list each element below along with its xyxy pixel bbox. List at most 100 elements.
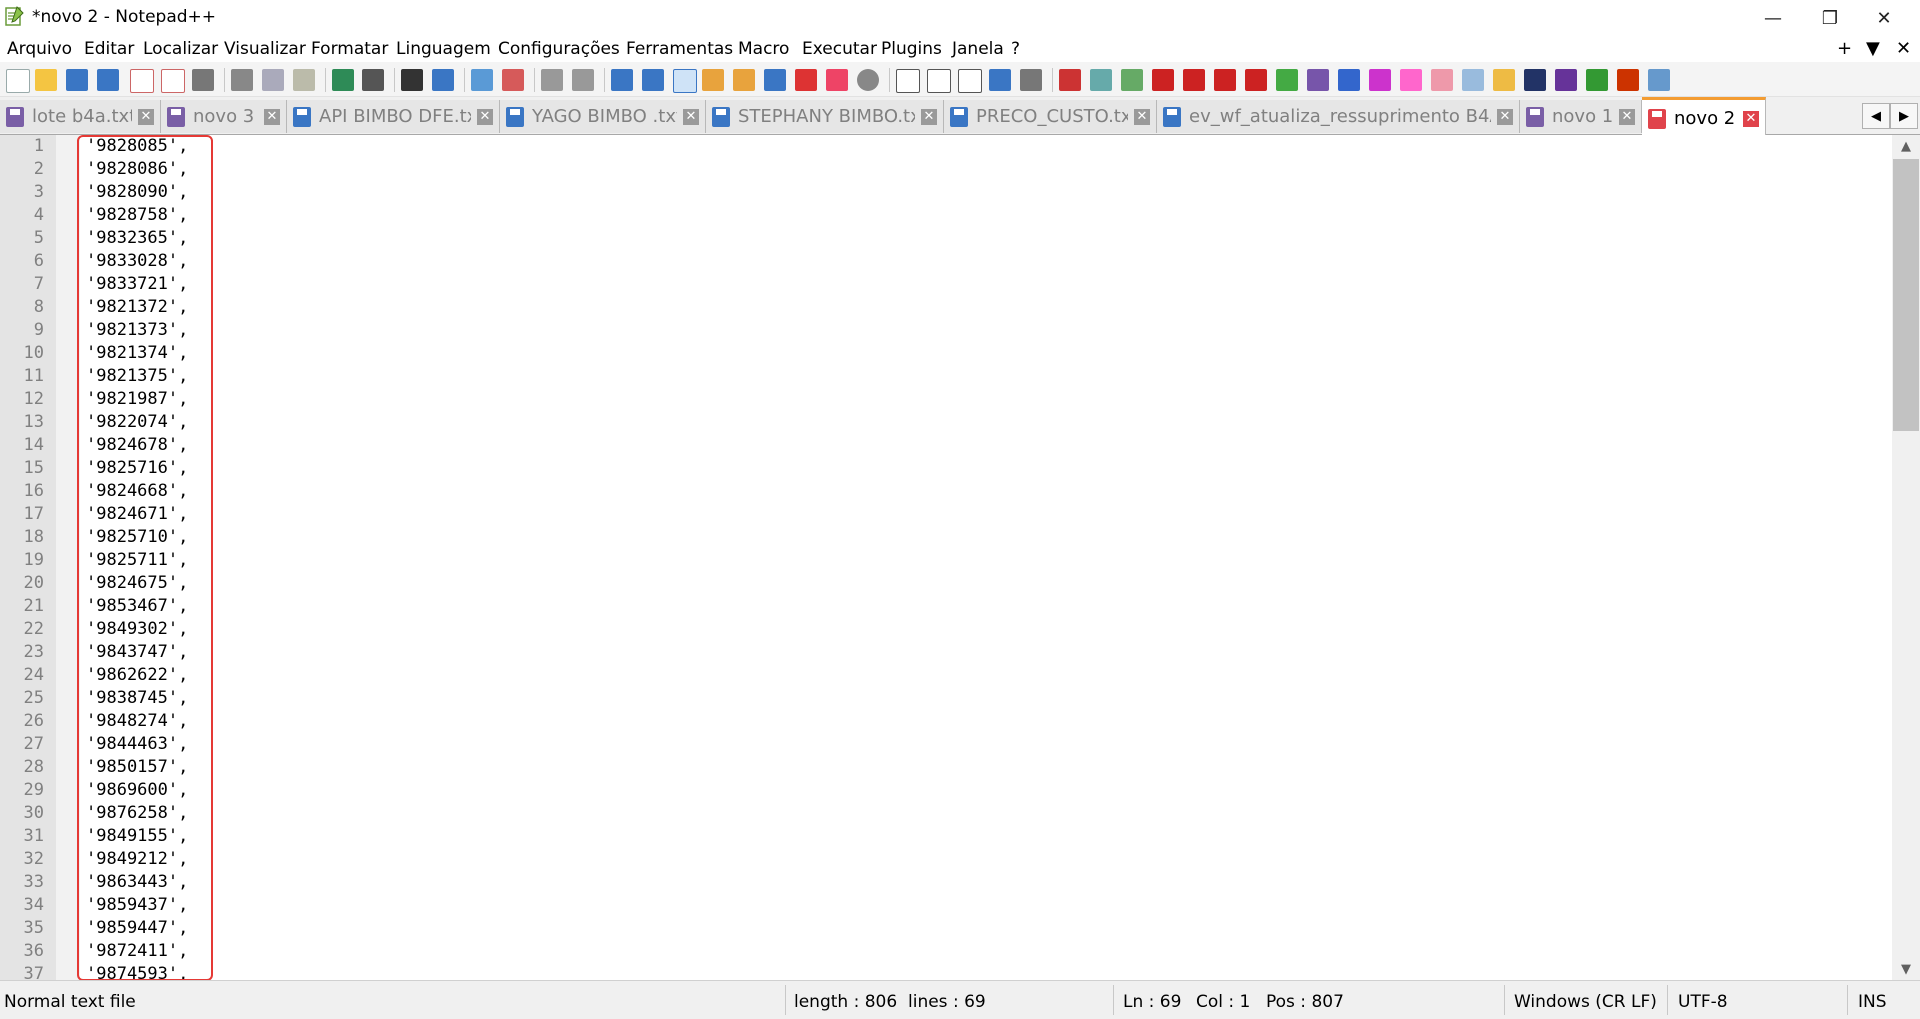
function-list-icon[interactable]	[764, 69, 786, 91]
user-lang-icon[interactable]	[702, 69, 724, 91]
plugin-6-icon[interactable]	[1369, 69, 1391, 91]
print-icon[interactable]	[192, 69, 214, 91]
menu-linguagem[interactable]: Linguagem	[396, 39, 491, 59]
play-multiple-icon[interactable]	[989, 69, 1011, 91]
menu-arquivo[interactable]: Arquivo	[7, 39, 72, 59]
plugin-4-icon[interactable]	[1307, 69, 1329, 91]
record-icon[interactable]	[896, 69, 920, 93]
menu-editar[interactable]: Editar	[84, 39, 134, 59]
cut-icon[interactable]	[231, 69, 253, 91]
plugin-12-icon[interactable]	[1586, 69, 1608, 91]
new-file-icon[interactable]	[6, 69, 30, 93]
save-icon[interactable]	[66, 69, 88, 91]
close-doc-icon[interactable]: ✕	[1896, 38, 1911, 59]
close-file-icon[interactable]	[130, 69, 154, 93]
save-icon	[167, 106, 185, 127]
find-icon[interactable]	[401, 69, 423, 91]
plugin-1-icon[interactable]	[1090, 69, 1112, 91]
plugin-13-icon[interactable]	[1617, 69, 1639, 91]
folder-workspace-icon[interactable]	[795, 69, 817, 91]
undo-icon[interactable]	[332, 69, 354, 91]
close-icon[interactable]: ✕	[264, 108, 280, 125]
add-icon[interactable]: +	[1837, 38, 1852, 59]
minimize-button[interactable]: —	[1745, 0, 1801, 36]
close-icon[interactable]: ✕	[683, 108, 699, 125]
tab-scroll-right-icon[interactable]: ▶	[1890, 103, 1918, 129]
replace-icon[interactable]	[432, 69, 454, 91]
plugin-2-icon[interactable]	[1121, 69, 1143, 91]
plugin-scissors-icon[interactable]	[1059, 69, 1081, 91]
menu-macro[interactable]: Macro	[738, 39, 789, 59]
close-icon[interactable]: ✕	[1497, 108, 1513, 125]
tab-stephany-bimbo[interactable]: STEPHANY BIMBO.txt ✕	[706, 100, 944, 133]
plugin-5-icon[interactable]	[1338, 69, 1360, 91]
doc-map-icon[interactable]	[733, 69, 755, 91]
play-icon[interactable]	[958, 69, 982, 93]
menu-executar[interactable]: Executar	[802, 39, 877, 59]
menu-ferramentas[interactable]: Ferramentas	[626, 39, 733, 59]
close-window-button[interactable]: ✕	[1856, 0, 1912, 36]
close-icon[interactable]: ✕	[477, 108, 493, 125]
menu-localizar[interactable]: Localizar	[143, 39, 218, 59]
plugin-14-icon[interactable]	[1648, 69, 1670, 91]
record-macro-icon[interactable]	[857, 69, 879, 91]
redo-icon[interactable]	[362, 69, 384, 91]
vertical-scrollbar[interactable]: ▲ ▼	[1892, 135, 1920, 980]
menu-plugins[interactable]: Plugins	[881, 39, 942, 59]
menu-formatar[interactable]: Formatar	[311, 39, 388, 59]
text-editor[interactable]: 1 2 3 4 5 6 7 8 9 10 11 12 13 14 15 16 1…	[0, 135, 1892, 980]
close-icon[interactable]: ✕	[1134, 108, 1150, 125]
close-icon[interactable]: ✕	[921, 108, 937, 125]
line-number: 27	[23, 734, 44, 754]
monitoring-icon[interactable]	[826, 69, 848, 91]
stop-icon[interactable]	[927, 69, 951, 93]
tab-ev-wf-atualiza[interactable]: ev_wf_atualiza_ressuprimento B4A.txt ✕	[1157, 100, 1520, 133]
save-all-icon[interactable]	[97, 69, 119, 91]
word-wrap-icon[interactable]	[611, 69, 633, 91]
restore-button[interactable]: ❐	[1802, 0, 1858, 36]
menu-configuracoes[interactable]: Configurações	[498, 39, 620, 59]
zoom-in-icon[interactable]	[471, 69, 493, 91]
scroll-down-icon[interactable]: ▼	[1892, 958, 1920, 980]
close-icon[interactable]: ✕	[138, 108, 154, 125]
open-file-icon[interactable]	[35, 69, 57, 91]
sync-horizontal-icon[interactable]	[572, 69, 594, 91]
plugin-3-icon[interactable]	[1276, 69, 1298, 91]
close-icon[interactable]: ✕	[1743, 110, 1759, 127]
save-icon	[1526, 106, 1544, 127]
indent-guide-icon[interactable]	[673, 69, 697, 93]
last-icon[interactable]	[1245, 69, 1267, 91]
menu-visualizar[interactable]: Visualizar	[224, 39, 306, 59]
tab-novo-3[interactable]: novo 3 ✕	[161, 100, 287, 133]
tab-yago-bimbo[interactable]: YAGO BIMBO .txt ✕	[500, 100, 706, 133]
tab-novo-1[interactable]: novo 1 ✕	[1520, 100, 1642, 133]
ampersand-icon[interactable]	[1524, 69, 1546, 91]
tab-api-bimbo-dfe[interactable]: API BIMBO DFE.txt ✕	[287, 100, 500, 133]
tab-lote-b4a[interactable]: lote b4a.txt ✕	[0, 100, 161, 133]
prev-icon[interactable]	[1183, 69, 1205, 91]
tab-preco-custo[interactable]: PRECO_CUSTO.txt ✕	[944, 100, 1157, 133]
tab-novo-2[interactable]: novo 2 ✕	[1642, 97, 1766, 137]
status-file-type: Normal text file	[4, 992, 136, 1012]
close-icon[interactable]: ✕	[1619, 108, 1635, 125]
zoom-out-icon[interactable]	[502, 69, 524, 91]
save-macro-icon[interactable]	[1020, 69, 1042, 91]
menu-help[interactable]: ?	[1011, 39, 1020, 59]
plugin-9-icon[interactable]	[1462, 69, 1484, 91]
first-icon[interactable]	[1152, 69, 1174, 91]
scrollbar-thumb[interactable]	[1893, 159, 1919, 431]
paste-icon[interactable]	[293, 69, 315, 91]
next-icon[interactable]	[1214, 69, 1236, 91]
plugin-11-icon[interactable]	[1555, 69, 1577, 91]
plugin-7-icon[interactable]	[1400, 69, 1422, 91]
scroll-up-icon[interactable]: ▲	[1892, 135, 1920, 157]
show-all-chars-icon[interactable]	[642, 69, 664, 91]
plugin-8-icon[interactable]	[1431, 69, 1453, 91]
tab-scroll-left-icon[interactable]: ◀	[1862, 103, 1890, 129]
copy-icon[interactable]	[262, 69, 284, 91]
menu-janela[interactable]: Janela	[952, 39, 1004, 59]
close-all-icon[interactable]	[161, 69, 185, 93]
sync-vertical-icon[interactable]	[541, 69, 563, 91]
plugin-10-icon[interactable]	[1493, 69, 1515, 91]
dropdown-icon[interactable]: ▼	[1866, 38, 1880, 59]
